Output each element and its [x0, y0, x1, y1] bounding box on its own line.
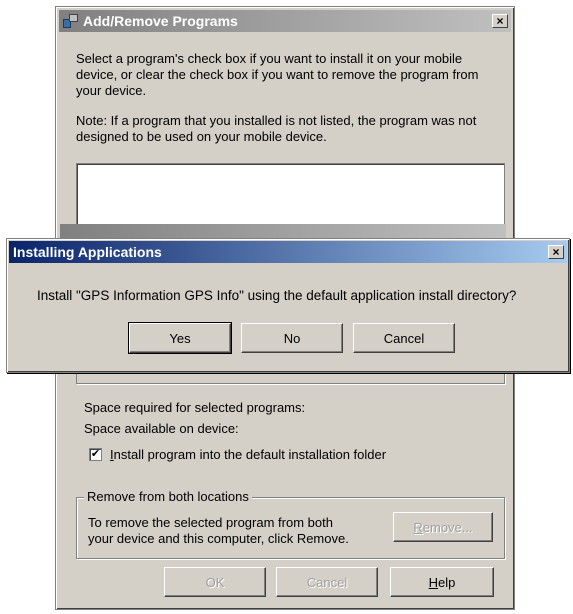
install-default-folder-option[interactable]: ✔ Install program into the default insta… — [89, 447, 386, 462]
ok-button[interactable]: OK — [164, 567, 266, 597]
install-default-checkbox[interactable]: ✔ — [89, 448, 102, 461]
dialog-titlebar[interactable]: Installing Applications × — [9, 241, 567, 263]
programs-icon — [63, 13, 79, 29]
help-button[interactable]: Help — [390, 567, 494, 597]
dialog-title: Installing Applications — [13, 244, 162, 260]
remove-accesskey: R — [413, 519, 423, 535]
remove-button[interactable]: Remove... — [393, 512, 493, 542]
remove-text-line2: your device and this computer, click Rem… — [88, 531, 349, 546]
remove-group-text: To remove the selected program from both… — [88, 515, 349, 547]
help-label-rest: elp — [438, 574, 456, 590]
install-default-label[interactable]: Install program into the default install… — [110, 447, 386, 462]
space-info: Space required for selected programs: Sp… — [84, 397, 305, 439]
close-button[interactable]: × — [492, 14, 508, 28]
dialog-cancel-button[interactable]: Cancel — [353, 323, 455, 353]
add-remove-programs-titlebar[interactable]: Add/Remove Programs × — [59, 10, 511, 32]
install-default-label-rest: nstall program into the default installa… — [113, 447, 387, 462]
yes-button[interactable]: Yes — [128, 322, 232, 354]
space-required-label: Space required for selected programs: — [84, 400, 306, 415]
cancel-button[interactable]: Cancel — [276, 567, 378, 597]
installing-applications-dialog: Installing Applications × Install "GPS I… — [6, 238, 570, 373]
install-prompt: Install "GPS Information GPS Info" using… — [37, 288, 517, 303]
no-button[interactable]: No — [241, 323, 343, 353]
instructions-block: Select a program's check box if you want… — [76, 51, 500, 159]
dialog-close-button[interactable]: × — [548, 245, 564, 259]
remove-group-legend: Remove from both locations — [84, 489, 252, 504]
note-text: Note: If a program that you installed is… — [76, 113, 477, 144]
space-available-label: Space available on device: — [84, 421, 239, 436]
window-title: Add/Remove Programs — [83, 13, 238, 29]
instructions-text: Select a program's check box if you want… — [76, 51, 479, 98]
remove-text-line1: To remove the selected program from both — [88, 515, 333, 530]
programs-listbox[interactable] — [76, 163, 505, 231]
help-accesskey: H — [428, 574, 439, 590]
remove-label-rest: emove... — [422, 519, 473, 535]
